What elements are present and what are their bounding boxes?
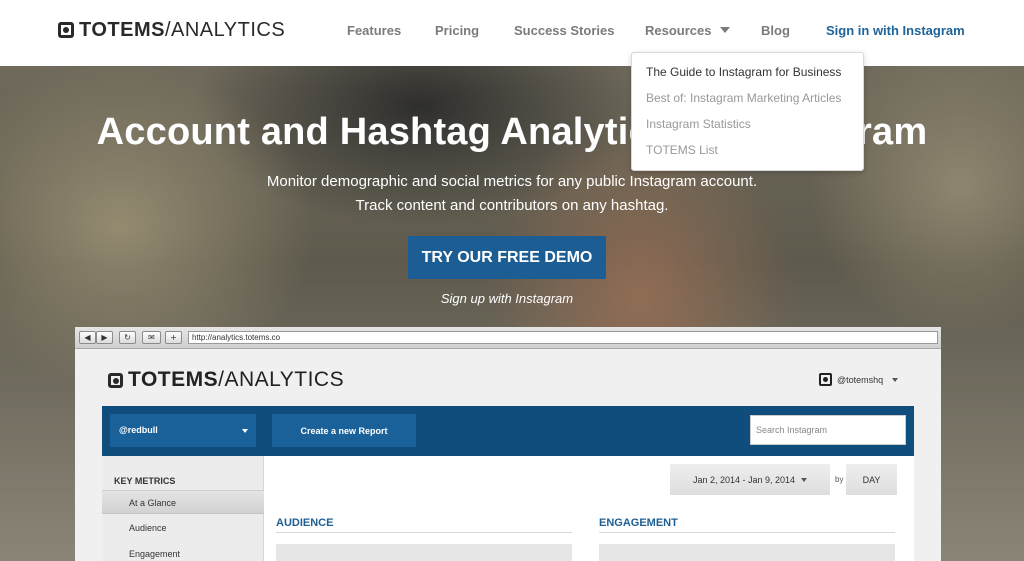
app-preview-browser: ◀ ▶ ↻ ✉ + http://analytics.totems.co TOT… <box>75 327 941 561</box>
signup-instagram-link[interactable]: Sign up with Instagram <box>0 291 1014 306</box>
dropdown-item-totems-list[interactable]: TOTEMS List <box>632 143 863 169</box>
avatar-icon <box>819 373 832 386</box>
totems-logo-icon <box>108 372 123 388</box>
top-nav: TOTEMS /ANALYTICS Features Pricing Succe… <box>0 0 1024 66</box>
nav-blog[interactable]: Blog <box>761 23 790 38</box>
logo-bold-text: TOTEMS <box>79 18 165 41</box>
user-menu: @totemshq <box>819 373 899 386</box>
date-range-picker: Jan 2, 2014 - Jan 9, 2014 <box>670 464 830 495</box>
app-toolbar: @redbull Create a new Report <box>102 406 914 456</box>
mail-icon: ✉ <box>142 331 161 344</box>
address-bar: http://analytics.totems.co <box>188 331 938 344</box>
engagement-panel <box>599 544 895 561</box>
nav-resources-label: Resources <box>645 23 712 38</box>
brand-logo[interactable]: TOTEMS /ANALYTICS <box>58 19 285 41</box>
report-content: Jan 2, 2014 - Jan 9, 2014 by DAY AUDIENC… <box>264 456 914 561</box>
new-tab-icon: + <box>165 331 182 344</box>
section-engagement-title: ENGAGEMENT <box>599 517 678 529</box>
metrics-sidebar: KEY METRICS At a Glance Audience Engagem… <box>102 456 264 561</box>
date-range-label: Jan 2, 2014 - Jan 9, 2014 <box>692 474 796 485</box>
section-audience-title: AUDIENCE <box>276 517 334 529</box>
granularity-label: DAY <box>862 474 881 485</box>
account-select: @redbull <box>110 414 256 447</box>
by-label: by <box>835 475 844 484</box>
granularity-button: DAY <box>846 464 897 495</box>
browser-toolbar: ◀ ▶ ↻ ✉ + http://analytics.totems.co <box>75 327 941 349</box>
nav-pricing[interactable]: Pricing <box>435 23 479 38</box>
sidebar-heading: KEY METRICS <box>114 476 176 486</box>
app-logo-bold-text: TOTEMS <box>128 368 219 391</box>
hero-subtitle-line2: Track content and contributors on any ha… <box>355 197 669 214</box>
back-icon: ◀ <box>79 331 96 344</box>
sidebar-item-audience: Audience <box>129 523 167 533</box>
hero-title: Account and Hashtag Analytics for Instag… <box>96 111 928 153</box>
account-select-label: @redbull <box>119 425 158 435</box>
nav-resources[interactable]: Resources <box>645 23 731 38</box>
reload-icon: ↻ <box>119 331 136 344</box>
chevron-down-icon <box>720 27 731 33</box>
dropdown-item-best-of[interactable]: Best of: Instagram Marketing Articles <box>632 91 863 117</box>
audience-panel <box>276 544 572 561</box>
totems-logo-icon <box>58 22 74 38</box>
dropdown-item-guide[interactable]: The Guide to Instagram for Business <box>632 65 863 91</box>
divider <box>599 532 895 533</box>
signin-instagram-link[interactable]: Sign in with Instagram <box>826 23 965 38</box>
forward-icon: ▶ <box>96 331 113 344</box>
app-logo-light-text: /ANALYTICS <box>218 368 345 391</box>
nav-success-stories[interactable]: Success Stories <box>514 23 614 38</box>
sidebar-item-at-a-glance: At a Glance <box>102 490 264 514</box>
resources-dropdown: The Guide to Instagram for Business Best… <box>631 52 864 171</box>
create-report-label: Create a new Report <box>300 425 388 436</box>
user-handle: @totemshq <box>837 374 884 385</box>
chevron-down-icon <box>801 477 808 482</box>
nav-features[interactable]: Features <box>347 23 401 38</box>
sidebar-item-engagement: Engagement <box>129 549 181 559</box>
create-report-button: Create a new Report <box>272 414 416 447</box>
hero-subtitle-line1: Monitor demographic and social metrics f… <box>266 173 758 190</box>
logo-light-text: /ANALYTICS <box>164 18 286 41</box>
chevron-down-icon <box>892 377 899 382</box>
hero-section: Account and Hashtag Analytics for Instag… <box>0 66 1024 561</box>
divider <box>276 532 572 533</box>
app-logo: TOTEMS /ANALYTICS <box>108 368 344 392</box>
search-input <box>750 415 906 445</box>
dropdown-item-statistics[interactable]: Instagram Statistics <box>632 117 863 143</box>
try-free-demo-button[interactable]: TRY OUR FREE DEMO <box>408 236 606 279</box>
chevron-down-icon <box>242 429 248 433</box>
